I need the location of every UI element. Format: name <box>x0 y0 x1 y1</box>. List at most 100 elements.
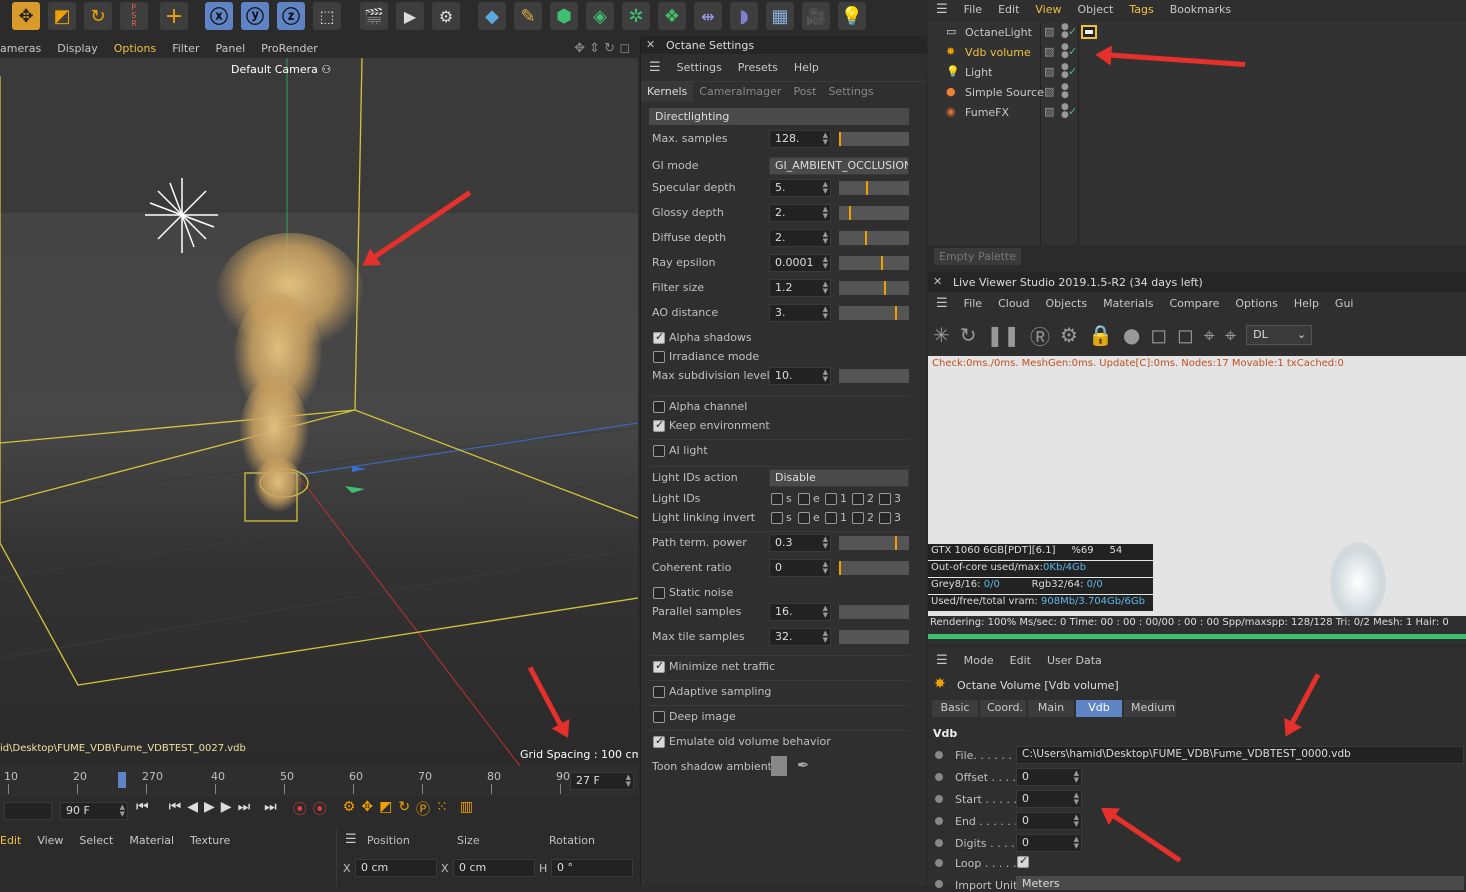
deformer-icon[interactable]: ⇹ <box>694 2 722 30</box>
light-id-checkbox[interactable] <box>852 512 864 524</box>
octane-menu-icon[interactable]: ☰ <box>641 60 669 75</box>
rotation-h-field[interactable]: 0 ° <box>551 859 633 877</box>
attr-menu-icon[interactable]: ☰ <box>928 653 956 668</box>
eyedropper-icon[interactable]: ✒ <box>797 756 810 774</box>
live-menu-compare[interactable]: Compare <box>1161 297 1227 310</box>
add-tool-icon[interactable]: + <box>160 2 188 30</box>
cube-icon[interactable]: ◆ <box>478 2 506 30</box>
field-value-input[interactable]: 0 ▲ ▼ <box>1016 768 1082 786</box>
x-axis-icon[interactable]: ⓧ <box>205 2 233 30</box>
key-scale-icon[interactable]: ◩ <box>379 799 392 819</box>
scale-tool-icon[interactable]: ◩ <box>48 2 76 30</box>
pause-icon[interactable]: ❚❚ <box>987 323 1021 347</box>
viewport-nav-icons[interactable]: ✥ ⇕ ↻ ◻ <box>566 41 638 56</box>
timeline-playhead[interactable] <box>118 772 126 788</box>
attr-menu-edit[interactable]: Edit <box>1002 654 1039 667</box>
live-menu-materials[interactable]: Materials <box>1095 297 1161 310</box>
move-tool-icon[interactable]: ✥ <box>12 2 40 30</box>
key-rot-icon[interactable]: ↻ <box>398 799 410 819</box>
setting-checkbox[interactable] <box>653 711 665 723</box>
live-menu-gui[interactable]: Gui <box>1327 297 1362 310</box>
viewport-menu-options[interactable]: Options <box>106 42 164 55</box>
obj-menu-object[interactable]: Object <box>1070 3 1122 16</box>
mat-menu-select[interactable]: Select <box>71 834 121 847</box>
live-menu-options[interactable]: Options <box>1227 297 1285 310</box>
layer-toggle-icon[interactable]: ▨ <box>1044 105 1054 118</box>
array-icon[interactable]: ❖ <box>658 2 686 30</box>
position-x-field[interactable]: 0 cm <box>355 859 437 877</box>
obj-menu-file[interactable]: File <box>956 3 990 16</box>
setting-value-field[interactable]: 1.2 ▲ ▼ <box>769 279 831 297</box>
render-canvas[interactable]: Check:0ms./0ms. MeshGen:0ms. Update[C]:0… <box>928 356 1466 616</box>
object-row[interactable]: ◉ FumeFX ▨ ● ● ✓ <box>928 103 1466 123</box>
clay-mode-icon[interactable]: ◻ <box>1150 323 1167 347</box>
pen-icon[interactable]: ✎ <box>514 2 542 30</box>
send-scene-icon[interactable]: ✳ <box>933 323 950 347</box>
setting-slider[interactable] <box>839 132 909 146</box>
field-value-input[interactable]: 0 ▲ ▼ <box>1016 790 1082 808</box>
material-icon[interactable]: ◗ <box>730 2 758 30</box>
kernel-dropdown[interactable]: Directlighting <box>649 108 909 125</box>
setting-slider[interactable] <box>839 231 909 245</box>
octane-light-tag[interactable] <box>1081 25 1097 39</box>
setting-value-field[interactable]: 2. ▲ ▼ <box>769 229 831 247</box>
setting-slider[interactable] <box>839 561 909 575</box>
object-row[interactable]: ● Simple Source ▨ ● ● <box>928 83 1466 103</box>
region-render-icon[interactable]: Ⓡ <box>1030 321 1050 350</box>
setting-value-field[interactable]: Disable <box>769 469 909 487</box>
timeline-icon[interactable]: ▥ <box>460 799 473 819</box>
light-id-checkbox[interactable] <box>798 512 810 524</box>
world-coord-icon[interactable]: ⬚ <box>313 2 341 30</box>
go-start-icon[interactable]: ⏮ <box>136 799 149 819</box>
close-icon[interactable]: ✕ <box>933 275 942 288</box>
field-value-input[interactable]: 0 ▲ ▼ <box>1016 812 1082 830</box>
key-pla-icon[interactable]: ⁙ <box>436 799 448 819</box>
y-axis-icon[interactable]: ⓨ <box>241 2 269 30</box>
vdb-file-field[interactable]: C:\Users\hamid\Desktop\FUME_VDB\Fume_VDB… <box>1016 746 1464 764</box>
visibility-dots-icon[interactable]: ● ● <box>1061 83 1069 100</box>
setting-slider[interactable] <box>839 536 909 550</box>
object-row[interactable]: 💡 Light ▨ ● ● ✓ <box>928 63 1466 83</box>
light-id-checkbox[interactable] <box>825 493 837 505</box>
tab-cameraimager[interactable]: CameraImager <box>693 82 787 102</box>
next-frame-icon[interactable]: ▶ <box>221 799 232 819</box>
setting-value-field[interactable]: 3. ▲ ▼ <box>769 304 831 322</box>
next-key-icon[interactable]: ⏭ <box>238 799 251 819</box>
setting-checkbox[interactable] <box>653 351 665 363</box>
extrude-icon[interactable]: ◈ <box>586 2 614 30</box>
go-end-icon[interactable]: ⏭ <box>264 799 277 819</box>
attr-tab[interactable]: Medium <box>1124 700 1176 717</box>
min-frame-field[interactable]: 90 F ▲ ▼ <box>60 802 128 820</box>
setting-value-field[interactable]: 128. ▲ ▼ <box>769 130 831 148</box>
enabled-check-icon[interactable]: ✓ <box>1068 25 1077 38</box>
setting-checkbox[interactable] <box>653 445 665 457</box>
viewport-menu-display[interactable]: Display <box>49 42 106 55</box>
setting-checkbox[interactable] <box>653 418 665 432</box>
min-slider[interactable] <box>4 802 52 820</box>
material-ball-icon[interactable]: ● <box>1123 323 1140 347</box>
key-param-icon[interactable]: Ⓟ <box>416 799 430 819</box>
render-region-icon[interactable]: 🎬 <box>360 2 388 30</box>
empty-palette-button[interactable]: Empty Palette <box>934 248 1022 265</box>
restart-icon[interactable]: ↻ <box>960 323 977 347</box>
live-menu-objects[interactable]: Objects <box>1038 297 1096 310</box>
setting-value-field[interactable]: 32. ▲ ▼ <box>769 628 831 646</box>
setting-value-field[interactable]: 0 ▲ ▼ <box>769 559 831 577</box>
setting-value-field[interactable]: 2. ▲ ▼ <box>769 204 831 222</box>
import-unit-radio[interactable] <box>933 878 945 890</box>
attr-tab[interactable]: Main <box>1028 700 1074 717</box>
layer-toggle-icon[interactable]: ▨ <box>1044 45 1054 58</box>
lock-icon[interactable]: 🔒 <box>1088 323 1113 347</box>
material-pin-icon[interactable]: ⌖ <box>1225 323 1236 347</box>
object-row[interactable]: ▭ OctaneLight ▨ ● ● ✓ <box>928 23 1466 43</box>
coords-menu-icon[interactable]: ☰ <box>345 832 357 847</box>
setting-value-field[interactable]: 5. ▲ ▼ <box>769 179 831 197</box>
prev-frame-icon[interactable]: ◀ <box>187 799 198 819</box>
field-anim-radio[interactable] <box>933 771 945 783</box>
octane-menu-settings[interactable]: Settings <box>669 61 730 74</box>
viewport-menu-prorender[interactable]: ProRender <box>253 42 326 55</box>
record-icon[interactable]: ⦿ <box>293 799 307 819</box>
keyframe-icon[interactable]: ⚙ <box>343 799 356 819</box>
timeline-ruler[interactable]: 10 20 270 40 50 60 70 80 90 27 F ▲ ▼ <box>0 766 638 796</box>
camera-icon[interactable]: 🎥 <box>802 2 830 30</box>
